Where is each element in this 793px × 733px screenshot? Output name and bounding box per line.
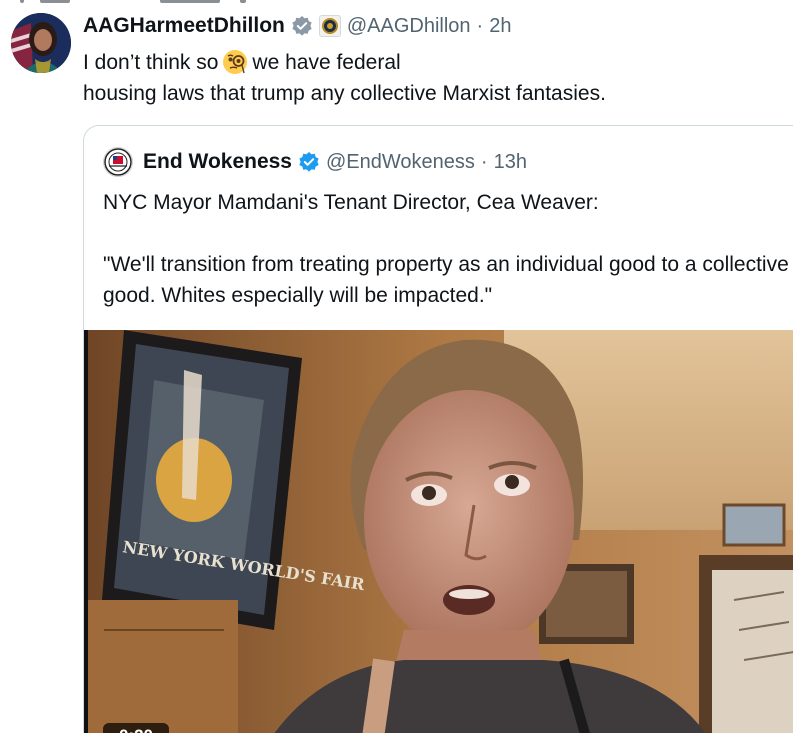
face-with-monocle-icon [222, 49, 248, 75]
quoted-tweet-card[interactable]: End Wokeness @EndWokeness · 13h NYC Mayo… [83, 125, 793, 733]
tweet-text: I don’t think so we have federal housing… [83, 47, 773, 109]
tweet-timestamp[interactable]: 2h [489, 15, 511, 38]
tweet-text-part-b: we have federal [252, 51, 401, 74]
separator-dot: · [476, 14, 484, 37]
quoted-separator-dot: · [480, 150, 488, 173]
cut-off-previous-content [0, 0, 300, 4]
quoted-author-avatar[interactable] [103, 147, 133, 177]
tweet-text-line-2: housing laws that trump any collective M… [83, 82, 606, 105]
quoted-tweet-header: End Wokeness @EndWokeness · 13h [103, 147, 527, 177]
quoted-author-handle[interactable]: @EndWokeness [326, 151, 475, 174]
verified-badge-icon[interactable] [291, 15, 313, 37]
quoted-verified-badge-icon[interactable] [298, 151, 320, 173]
tweet-text-line-1: I don’t think so we have federal [83, 47, 773, 78]
quoted-text-paragraph-1: NYC Mayor Mamdani's Tenant Director, Cea… [103, 191, 599, 214]
quoted-author-display-name[interactable]: End Wokeness [143, 150, 292, 174]
quoted-tweet-text: NYC Mayor Mamdani's Tenant Director, Cea… [103, 187, 793, 311]
video-duration-badge: 0:20 [103, 723, 169, 733]
tweet-header: AAGHarmeetDhillon @AAGDhillon · 2h [83, 11, 511, 41]
quoted-tweet-timestamp[interactable]: 13h [494, 151, 527, 174]
video-frame-image: NEW YORK WORLD'S FAIR [84, 330, 793, 733]
tweet-text-part-a: I don’t think so [83, 51, 219, 74]
quoted-text-paragraph-2: "We'll transition from treating property… [103, 253, 789, 307]
author-handle[interactable]: @AAGDhillon [347, 15, 471, 38]
author-display-name[interactable]: AAGHarmeetDhillon [83, 14, 285, 38]
tweet-screenshot: AAGHarmeetDhillon @AAGDhillon · 2h I don… [0, 0, 793, 733]
government-affiliation-icon[interactable] [318, 15, 341, 37]
video-player[interactable]: NEW YORK WORLD'S FAIR [84, 330, 793, 733]
author-avatar[interactable] [11, 13, 71, 73]
